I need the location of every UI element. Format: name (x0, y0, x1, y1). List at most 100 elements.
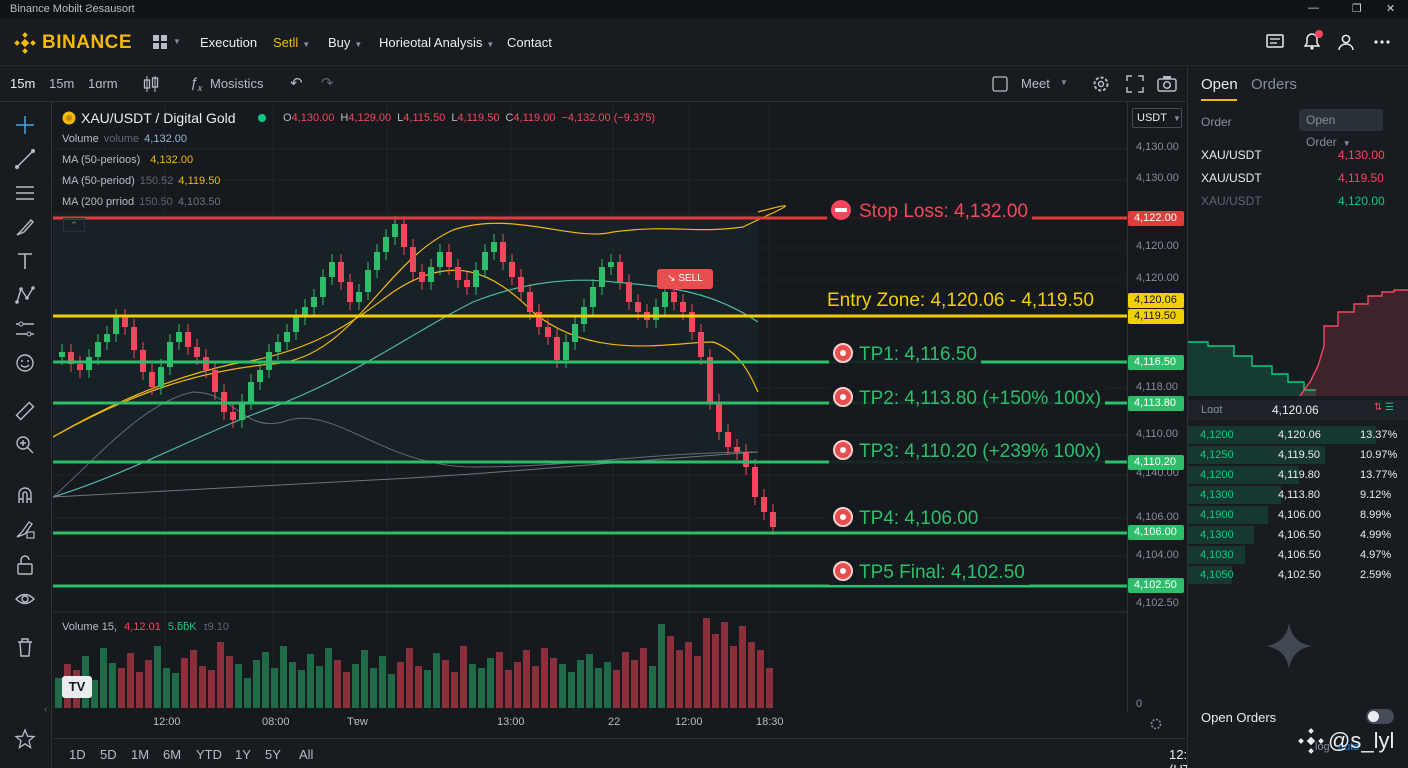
volume-bar (298, 670, 305, 708)
indicator-legend-row[interactable]: MA (50-period) 150.52 4,119.50 (62, 175, 220, 187)
ohlc-value: 4,119.00 (513, 112, 556, 124)
visibility-eye-icon[interactable] (14, 588, 36, 610)
minimize-button[interactable]: — (1308, 2, 1319, 14)
order-row[interactable]: XAU/USDT 4,120.00 (1188, 190, 1408, 210)
redo-icon[interactable]: ↷ (321, 74, 334, 92)
volume-bar (406, 648, 413, 708)
interval-1arm[interactable]: 1ɑrm (88, 76, 118, 91)
order-row[interactable]: XAU/USDT 4,119.50 (1188, 167, 1408, 187)
layout-caret-icon[interactable]: ▼ (1060, 78, 1068, 87)
indicators-fx-icon[interactable]: ƒx (190, 74, 202, 93)
nav-item[interactable]: Setll ▼ (273, 35, 310, 50)
symbol-title[interactable]: XAU/USDT / Digital Gold (81, 110, 236, 126)
trash-icon[interactable] (14, 636, 36, 658)
tp2-price-tag: 4,113.80 (1128, 396, 1184, 411)
emoji-icon[interactable] (14, 352, 36, 374)
book-amount: 4,119.50 (1278, 449, 1321, 461)
indicator-param: 150.50 (139, 196, 173, 208)
user-profile-icon[interactable] (1337, 33, 1355, 51)
ruler-icon[interactable] (14, 400, 36, 422)
magnet-icon[interactable] (14, 484, 36, 506)
crosshair-icon[interactable] (14, 114, 36, 136)
close-button[interactable]: ✕ (1386, 2, 1395, 15)
book-price: 4,1300 (1200, 489, 1234, 501)
orderbook-row[interactable]: 4,1300 4,106.50 4.99% (1188, 525, 1408, 545)
orderbook-row[interactable]: 4,1250 4,119.50 10.97% (1188, 445, 1408, 465)
range-button[interactable]: 6M (163, 747, 181, 762)
interval-15m-alt[interactable]: 15m (49, 76, 74, 91)
interval-15m[interactable]: 15m (10, 76, 35, 91)
tab-open[interactable]: Open (1201, 76, 1238, 93)
price-axis[interactable]: USDT ▼ 4,130.00 4,130.00 4,120.00 4,120.00 4,… (1127, 102, 1186, 712)
open-orders-toggle[interactable] (1366, 709, 1394, 724)
range-button[interactable]: 5Y (265, 747, 281, 762)
pattern-tool-icon[interactable] (14, 284, 36, 306)
range-button[interactable]: 1Y (235, 747, 251, 762)
order-price: 4,120.00 (1338, 194, 1385, 208)
notification-bell-icon[interactable] (1301, 30, 1323, 52)
currency-select[interactable]: USDT ▼ (1132, 108, 1182, 128)
orderbook-row[interactable]: 4,1030 4,106.50 4.97% (1188, 545, 1408, 565)
price-chart[interactable]: XAU/USDT / Digital Gold O4,130.00 H4,129.… (53, 102, 1127, 712)
layout-checkbox-icon[interactable] (992, 76, 1008, 92)
undo-icon[interactable]: ↶ (290, 74, 303, 92)
apps-grid-icon[interactable] (153, 35, 169, 49)
collapse-legend-icon[interactable]: ⌃ (63, 218, 85, 232)
orderbook-row[interactable]: 4,1200 4,119.80 13.77% (1188, 465, 1408, 485)
orderbook-row[interactable]: 4,1900 4,106.00 8.99% (1188, 505, 1408, 525)
indicator-legend-row[interactable]: MA (200 prriod 150.50 4,103.50 (62, 196, 221, 208)
volume-bar (307, 654, 314, 708)
book-layout-icon[interactable]: ☰ (1385, 402, 1394, 413)
more-menu-icon[interactable] (1374, 40, 1392, 44)
orderbook-row[interactable]: 4,1300 4,113.80 9.12% (1188, 485, 1408, 505)
brush-icon[interactable] (14, 216, 36, 238)
text-tool-icon[interactable] (14, 250, 36, 272)
settings-gear-icon[interactable] (1091, 74, 1111, 94)
nav-item[interactable]: Contact (507, 35, 552, 50)
trend-line-icon[interactable] (14, 148, 36, 170)
lock-drawing-icon[interactable] (14, 518, 36, 540)
unlock-icon[interactable] (14, 554, 36, 576)
range-button[interactable]: All (299, 747, 313, 762)
volume-bar (523, 650, 530, 708)
maximize-button[interactable]: ❐ (1352, 2, 1362, 15)
time-tick: 22 (608, 716, 621, 728)
apps-caret-icon[interactable]: ▼ (173, 37, 181, 46)
range-button[interactable]: 1M (131, 747, 149, 762)
brand-logo[interactable]: BINANCE (14, 32, 132, 54)
volume-bar (379, 656, 386, 708)
nav-item[interactable]: Buy ▼ (328, 35, 362, 50)
sort-icon[interactable]: ⇅ (1374, 402, 1382, 413)
order-row[interactable]: XAU/USDT 4,130.00 (1188, 144, 1408, 164)
zoom-in-icon[interactable] (14, 434, 36, 456)
screenshot-camera-icon[interactable] (1157, 75, 1177, 92)
time-axis[interactable]: 12:00 08:00 Tɐw 13:00 22 12:00 18:30 (53, 712, 1162, 738)
indicator-legend-row[interactable]: MA (50-perioos) 4,132.00 (62, 154, 193, 166)
orderbook-row[interactable]: 4,1200 4,120.06 13.37% (1188, 425, 1408, 445)
nav-item[interactable]: Horieotal Analysis ▼ (379, 35, 494, 50)
nav-item[interactable]: Execution (200, 35, 257, 50)
candle-body (248, 382, 254, 402)
collapse-sidebar-icon[interactable]: ‹ (44, 704, 47, 715)
news-icon[interactable] (1266, 34, 1284, 50)
candlestick-type-icon[interactable] (143, 75, 159, 93)
favorites-star-icon[interactable] (14, 728, 36, 750)
range-button[interactable]: 1D (69, 747, 86, 762)
candle-body (680, 302, 686, 312)
layout-select[interactable]: Meet (1021, 76, 1050, 91)
orderbook-row[interactable]: 4,1050 4,102.50 2.59% (1188, 565, 1408, 585)
tradingview-logo-icon[interactable]: TV (62, 676, 92, 698)
axis-settings-icon[interactable] (1149, 717, 1163, 731)
range-button[interactable]: YTD (196, 747, 222, 762)
order-type-select[interactable]: Open Order ▼ (1299, 109, 1383, 149)
indicators-button[interactable]: Mosistics (210, 76, 263, 91)
candle-body (509, 262, 515, 277)
measure-sliders-icon[interactable] (14, 318, 36, 340)
time-tick: 12:00 (675, 716, 703, 728)
tab-orders[interactable]: Orders (1251, 76, 1297, 93)
fullscreen-icon[interactable] (1126, 75, 1144, 93)
indicator-legend-row[interactable]: Volume volume 4,132.00 (62, 133, 187, 145)
horizontal-lines-icon[interactable] (14, 182, 36, 204)
range-button[interactable]: 5D (100, 747, 117, 762)
sell-signal-badge[interactable]: ↘ SELL (657, 269, 713, 289)
